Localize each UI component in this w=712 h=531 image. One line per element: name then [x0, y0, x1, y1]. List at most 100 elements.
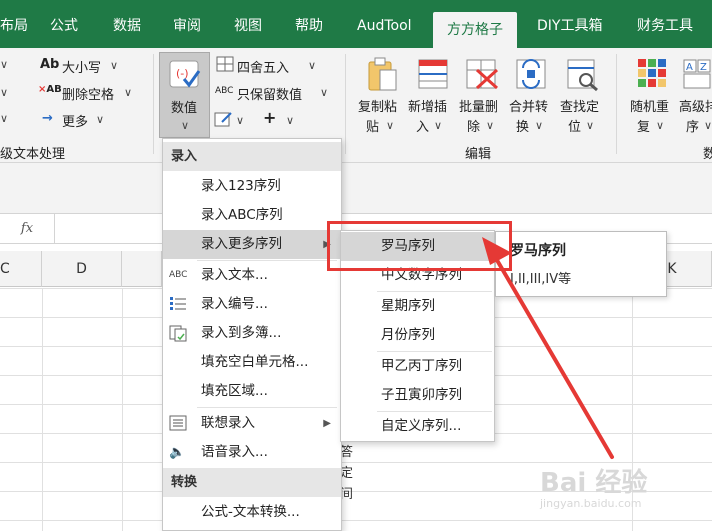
- merge-convert-label-2[interactable]: 换: [516, 116, 529, 135]
- menu-item-input-number[interactable]: 录入编号...: [163, 290, 341, 319]
- tab-layout[interactable]: 布局: [0, 0, 28, 48]
- remove-space-icon: ×AB: [38, 84, 62, 95]
- find-locate-label[interactable]: 查找定: [560, 96, 599, 115]
- group-divider: [153, 54, 154, 154]
- menu-item-label: 录入更多序列: [201, 236, 282, 252]
- more-button[interactable]: 更多: [62, 111, 88, 130]
- numeric-icon: (-): [169, 60, 201, 88]
- speaker-icon: 🔈: [169, 445, 186, 460]
- chevron-down-icon: ∨: [386, 119, 395, 132]
- edit-icon[interactable]: [214, 110, 234, 128]
- chevron-down-icon: ∨: [320, 86, 329, 99]
- grid-line: [42, 288, 43, 531]
- group-divider: [616, 54, 617, 154]
- chevron-down-icon: ∨: [236, 114, 245, 127]
- round-button[interactable]: 四舍五入: [237, 57, 289, 76]
- chevron-down-icon: ∨: [656, 119, 665, 132]
- insert-label-2[interactable]: 入: [416, 116, 429, 135]
- svg-text:Z: Z: [700, 62, 707, 73]
- abc-icon: ABC: [215, 86, 234, 96]
- chevron-down-icon: ∨: [286, 114, 295, 127]
- group-label-text: 级文本处理: [0, 147, 66, 162]
- tab-finance-tools[interactable]: 财务工具: [637, 0, 693, 48]
- tab-fangfang-gezi[interactable]: 方方格子: [433, 12, 517, 48]
- menu-item-associative-input[interactable]: 联想录入 ▶: [163, 409, 341, 438]
- paste-icon: [368, 57, 397, 91]
- random-repeat-label-2[interactable]: 复: [637, 116, 650, 135]
- menu-item-formula-text-convert[interactable]: 公式-文本转换...: [163, 498, 341, 527]
- merge-convert-icon: [516, 59, 546, 89]
- ribbon-gap: [0, 163, 712, 213]
- insert-label[interactable]: 新增插: [408, 96, 447, 115]
- caret-right-icon: ▶: [323, 418, 331, 429]
- column-header-c[interactable]: C: [0, 251, 42, 287]
- find-locate-label-2[interactable]: 位: [568, 116, 581, 135]
- group-label-edit: 编辑: [465, 147, 492, 162]
- numeric-button[interactable]: (-) 数值 ∨: [159, 52, 210, 138]
- menu-item-123-sequence[interactable]: 录入123序列: [163, 172, 341, 201]
- menu-item-label: 录入编号...: [201, 296, 268, 312]
- batch-delete-label-2[interactable]: 除: [467, 116, 480, 135]
- advanced-sort-label[interactable]: 高级排: [679, 96, 712, 115]
- watermark: Bai 经验 jingyan.baidu.com: [540, 462, 710, 522]
- chevron-down-icon: ∨: [434, 119, 443, 132]
- menu-item-more-sequences[interactable]: 录入更多序列 ▶: [163, 230, 341, 259]
- tab-audtool[interactable]: AudTool: [357, 0, 412, 48]
- remove-spaces-button[interactable]: 删除空格: [62, 84, 114, 103]
- chevron-down-icon[interactable]: ∨: [0, 86, 8, 99]
- menu-section-convert: 转换: [163, 468, 341, 497]
- svg-text:(-): (-): [176, 67, 189, 80]
- numbered-list-icon: [170, 297, 186, 310]
- tab-help[interactable]: 帮助: [295, 0, 323, 48]
- tab-formulas[interactable]: 公式: [50, 0, 78, 48]
- advanced-sort-icon: A Z: [683, 59, 711, 89]
- insert-icon: [418, 59, 448, 89]
- menu-item-label: 语音录入...: [201, 444, 268, 460]
- copy-paste-label[interactable]: 复制粘: [358, 96, 397, 115]
- menu-item-label: 联想录入: [201, 415, 255, 431]
- abc-icon: ABC: [169, 270, 188, 280]
- batch-delete-label[interactable]: 批量删: [459, 96, 498, 115]
- watermark-brand: Bai 经验: [540, 468, 648, 498]
- menu-item-input-text[interactable]: ABC 录入文本...: [163, 261, 341, 290]
- round-icon: [216, 56, 234, 72]
- random-repeat-icon: [638, 59, 666, 87]
- tab-data[interactable]: 数据: [113, 0, 141, 48]
- tab-diy-toolbox[interactable]: DIY工具箱: [537, 0, 602, 48]
- merge-convert-label[interactable]: 合并转: [509, 96, 548, 115]
- chevron-down-icon[interactable]: ∨: [0, 112, 8, 125]
- menu-item-fill-blank[interactable]: 填充空白单元格...: [163, 348, 341, 377]
- menu-item-label: 录入文本...: [201, 267, 268, 283]
- group-divider: [345, 54, 346, 154]
- red-arrow-icon: [482, 237, 614, 459]
- column-header-e[interactable]: [122, 251, 162, 287]
- menu-item-voice-input[interactable]: 🔈 语音录入...: [163, 438, 341, 467]
- svg-text:A: A: [686, 62, 693, 73]
- function-icon[interactable]: fx: [0, 213, 55, 244]
- case-button[interactable]: 大小写: [62, 57, 101, 76]
- random-repeat-label[interactable]: 随机重: [630, 96, 669, 115]
- menu-item-fill-region[interactable]: 填充区域...: [163, 377, 341, 406]
- chevron-down-icon: ∨: [308, 59, 317, 72]
- ribbon: ∨ ∨ ∨ Ab 大小写 ∨ ×AB 删除空格 ∨ → 更多 ∨ 级文本处理 (…: [0, 48, 712, 163]
- tab-view[interactable]: 视图: [234, 0, 262, 48]
- case-icon: Ab: [40, 57, 60, 72]
- chevron-down-icon: ∨: [486, 119, 495, 132]
- chevron-down-icon[interactable]: ∨: [0, 58, 8, 71]
- group-label-partial: 数: [703, 147, 712, 162]
- keep-values-button[interactable]: 只保留数值: [237, 84, 302, 103]
- chevron-down-icon: ∨: [110, 59, 119, 72]
- documents-icon: [169, 325, 187, 342]
- menu-item-abc-sequence[interactable]: 录入ABC序列: [163, 201, 341, 230]
- menu-section-input: 录入: [163, 142, 341, 171]
- plus-icon[interactable]: +: [263, 108, 276, 127]
- advanced-sort-label-2[interactable]: 序: [686, 116, 699, 135]
- copy-paste-label-2[interactable]: 贴: [366, 116, 379, 135]
- menu-item-label: 录入到多簿...: [201, 325, 282, 341]
- chevron-down-icon: ∨: [535, 119, 544, 132]
- column-header-d[interactable]: D: [42, 251, 122, 287]
- menu-item-input-multi-book[interactable]: 录入到多簿...: [163, 319, 341, 348]
- find-locate-icon: [567, 59, 598, 92]
- tab-review[interactable]: 审阅: [173, 0, 201, 48]
- chevron-down-icon: ∨: [124, 86, 133, 99]
